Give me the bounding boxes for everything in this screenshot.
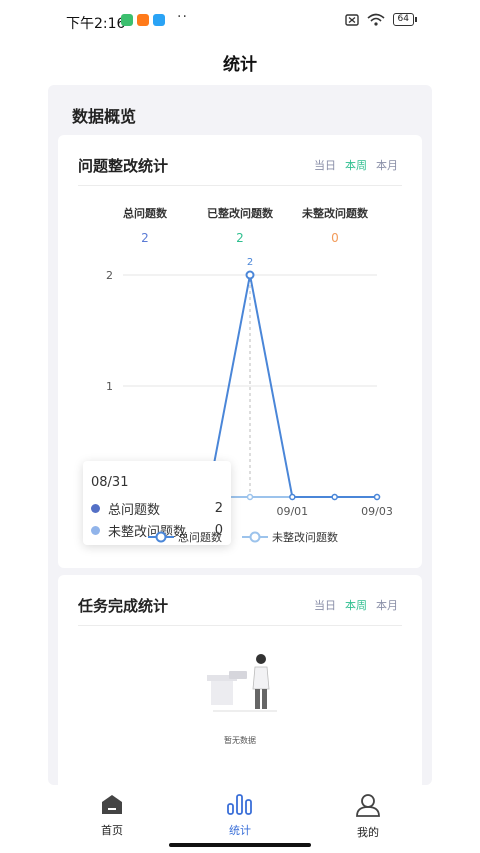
task-stats-card: 任务完成统计 当日 本周 本月 暂无数据 <box>58 575 422 785</box>
tooltip-value-total: 2 <box>214 501 223 516</box>
tooltip-name-total: 总问题数 <box>108 503 161 518</box>
page-title: 统计 <box>223 55 257 75</box>
legend-marker-total <box>148 531 174 543</box>
bar-chart-icon <box>227 794 252 815</box>
y-tick-label: 2 <box>106 269 113 282</box>
tooltip-title: 08/31 <box>91 475 129 490</box>
tab-statistics[interactable]: 统计 <box>200 793 280 838</box>
wechat-app-icon <box>121 14 133 26</box>
tab-home[interactable]: 首页 <box>72 793 152 838</box>
tooltip-dot-total <box>91 504 100 513</box>
data-point <box>246 493 254 501</box>
home-icon <box>102 795 122 814</box>
status-bar: 下午2:16 ·· 64 <box>0 0 480 40</box>
legend-label-total: 总问题数 <box>178 531 222 544</box>
mi-app-icon <box>137 14 149 26</box>
card-divider <box>78 625 402 626</box>
empty-state-illustration <box>207 654 277 712</box>
x-tick-label: 09/01 <box>276 505 308 518</box>
task-tab-today[interactable]: 当日 <box>314 597 336 613</box>
more-notifications-icon: ·· <box>177 9 188 25</box>
data-point <box>245 270 255 280</box>
legend-marker-unfixed <box>242 531 268 543</box>
status-time: 下午2:16 <box>66 16 126 32</box>
tooltip-dot-unfixed <box>91 526 100 535</box>
legend-label-unfixed: 未整改问题数 <box>272 531 338 544</box>
user-icon <box>356 794 380 817</box>
tooltip-row-total: 总问题数 2 <box>91 499 223 518</box>
status-right: 64 <box>344 13 418 26</box>
wifi-icon <box>367 13 385 26</box>
task-tab-month[interactable]: 本月 <box>376 597 398 613</box>
statistics-panel: 数据概览 问题整改统计 当日 本周 本月 总问题数 2 已整改问题数 2 未整改… <box>48 85 432 785</box>
task-range-tabs: 当日 本周 本月 <box>314 597 398 613</box>
issue-stats-card: 问题整改统计 当日 本周 本月 总问题数 2 已整改问题数 2 未整改问题数 0… <box>58 135 422 568</box>
empty-state-text: 暂无数据 <box>224 736 256 745</box>
tab-home-label: 首页 <box>101 824 123 837</box>
legend-item-total[interactable]: 总问题数 <box>148 529 222 545</box>
x-tick-label: 09/03 <box>361 505 393 518</box>
no-sim-icon <box>344 13 359 26</box>
task-card-title: 任务完成统计 <box>78 597 169 615</box>
legend-item-unfixed[interactable]: 未整改问题数 <box>242 529 338 545</box>
data-point <box>289 493 296 501</box>
home-indicator <box>169 843 311 847</box>
overview-title: 数据概览 <box>72 107 137 126</box>
chart-legend: 总问题数 未整改问题数 <box>148 529 338 545</box>
data-point <box>331 493 338 501</box>
tab-mine[interactable]: 我的 <box>328 793 408 840</box>
data-label: 2 <box>247 257 253 268</box>
tab-mine-label: 我的 <box>357 826 379 839</box>
data-point <box>373 493 381 501</box>
message-app-icon <box>153 14 165 26</box>
tab-statistics-label: 统计 <box>229 824 251 837</box>
y-tick-label: 1 <box>106 380 113 393</box>
battery-icon: 64 <box>392 13 418 26</box>
status-app-icons <box>121 14 165 26</box>
task-tab-week[interactable]: 本周 <box>345 597 367 613</box>
